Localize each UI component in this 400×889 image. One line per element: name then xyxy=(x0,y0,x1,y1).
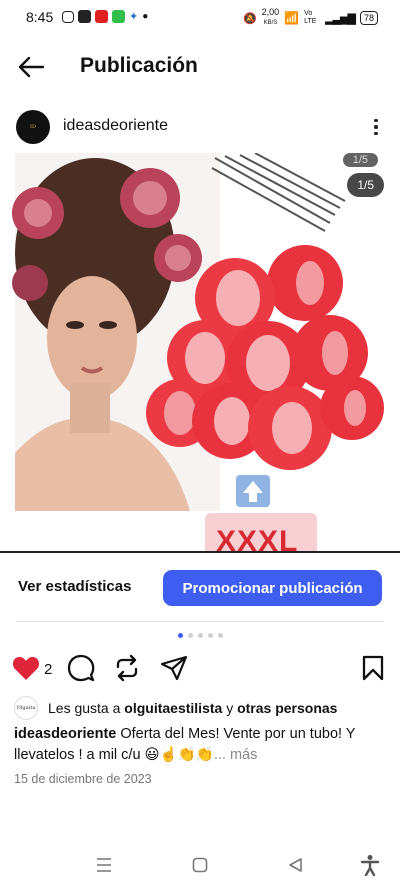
wifi-icon: 📶 xyxy=(284,11,300,25)
fs-app-icon xyxy=(95,10,108,23)
image-divider xyxy=(0,551,400,553)
nav-back-button[interactable] xyxy=(283,853,307,877)
top-bar: Publicación xyxy=(0,36,400,98)
avatar[interactable]: ID xyxy=(16,110,50,144)
likes-user[interactable]: olguitaestilista xyxy=(124,700,222,716)
view-stats-button[interactable]: Ver estadísticas xyxy=(18,578,131,595)
green-app-icon xyxy=(112,10,125,23)
mute-icon: 🔕 xyxy=(242,12,257,25)
accessibility-icon xyxy=(360,855,380,876)
liker-avatar-text: Olguita xyxy=(16,705,36,711)
battery-indicator: 78 xyxy=(359,11,378,25)
engagement-bar: 2 xyxy=(0,650,400,686)
carousel-indicator xyxy=(0,633,400,638)
likes-middle: y xyxy=(222,700,238,716)
product-photo xyxy=(12,153,384,551)
status-time: 8:45 xyxy=(26,9,54,25)
liker-avatar: Olguita xyxy=(14,696,38,720)
arrow-left-icon xyxy=(18,56,45,78)
back-button[interactable] xyxy=(14,52,48,82)
likes-summary[interactable]: Olguita Les gusta a olguitaestilista y o… xyxy=(14,696,394,720)
page-title: Publicación xyxy=(80,54,198,77)
save-button[interactable] xyxy=(359,654,387,682)
dot-icon: ● xyxy=(142,11,149,22)
accessibility-button[interactable] xyxy=(358,853,382,877)
app-icon: ✦ xyxy=(129,11,139,23)
bookmark-icon xyxy=(362,655,384,681)
carousel-dot-active xyxy=(177,633,183,638)
post-caption: ideasdeoriente Oferta del Mes! Vente por… xyxy=(14,724,390,766)
more-vertical-icon xyxy=(374,118,378,123)
caption-more-link[interactable]: ... más xyxy=(214,747,258,763)
image-counter-shadow: 1/5 xyxy=(342,153,378,167)
repost-icon xyxy=(116,654,138,682)
likes-others[interactable]: otras personas xyxy=(237,700,337,716)
comment-button[interactable] xyxy=(67,654,95,682)
post-image[interactable]: XXXL 1/5 1/5 xyxy=(0,153,400,551)
youtube-icon xyxy=(78,10,91,23)
carousel-dot xyxy=(217,633,223,638)
like-count[interactable]: 2 xyxy=(44,661,52,678)
nav-home-button[interactable] xyxy=(188,853,212,877)
post-date: 15 de diciembre de 2023 xyxy=(14,772,152,786)
comment-icon xyxy=(67,654,95,682)
more-options-button[interactable] xyxy=(368,114,384,140)
share-button[interactable] xyxy=(160,654,188,682)
send-icon xyxy=(160,655,188,681)
system-nav-bar xyxy=(0,845,400,885)
avatar-text: ID xyxy=(30,124,36,130)
heart-icon xyxy=(12,657,40,680)
status-right: 🔕 2,00 KB/S 📶 Vo LTE ▂▃▅▇ 78 xyxy=(243,8,378,28)
repost-button[interactable] xyxy=(113,654,141,682)
like-button[interactable] xyxy=(12,654,40,682)
post-header: ID ideasdeoriente xyxy=(0,104,400,150)
more-dot xyxy=(374,125,378,129)
volte-label: Vo LTE xyxy=(304,10,317,25)
instagram-icon xyxy=(62,10,74,23)
more-dot xyxy=(374,131,378,136)
signal-icon: ▂▃▅▇ xyxy=(325,12,356,25)
image-counter: 1/5 xyxy=(347,173,384,197)
xxxl-label: XXXL xyxy=(216,525,299,551)
carousel-dot xyxy=(207,633,213,638)
caption-username[interactable]: ideasdeoriente xyxy=(14,726,116,742)
carousel-dot xyxy=(187,633,193,638)
net-speed: 2,00 KB/S xyxy=(262,8,280,28)
menu-icon xyxy=(97,858,111,872)
status-bar: 8:45 ✦ ● 🔕 2,00 KB/S 📶 Vo LTE ▂▃▅▇ 78 xyxy=(0,0,400,36)
home-icon xyxy=(192,857,208,873)
carousel-dot xyxy=(197,633,203,638)
notification-icons: ✦ ● xyxy=(62,10,148,23)
net-speed-value: 2,00 xyxy=(261,7,280,17)
post-username[interactable]: ideasdeoriente xyxy=(63,117,168,135)
promote-post-button[interactable]: Promocionar publicación xyxy=(163,570,382,606)
likes-prefix: Les gusta a xyxy=(48,700,125,716)
post-actions: Ver estadísticas Promocionar publicación xyxy=(0,565,400,611)
nav-menu-button[interactable] xyxy=(92,853,116,877)
net-speed-unit: KB/S xyxy=(263,20,278,26)
back-triangle-icon xyxy=(289,858,302,872)
separator xyxy=(16,621,384,622)
